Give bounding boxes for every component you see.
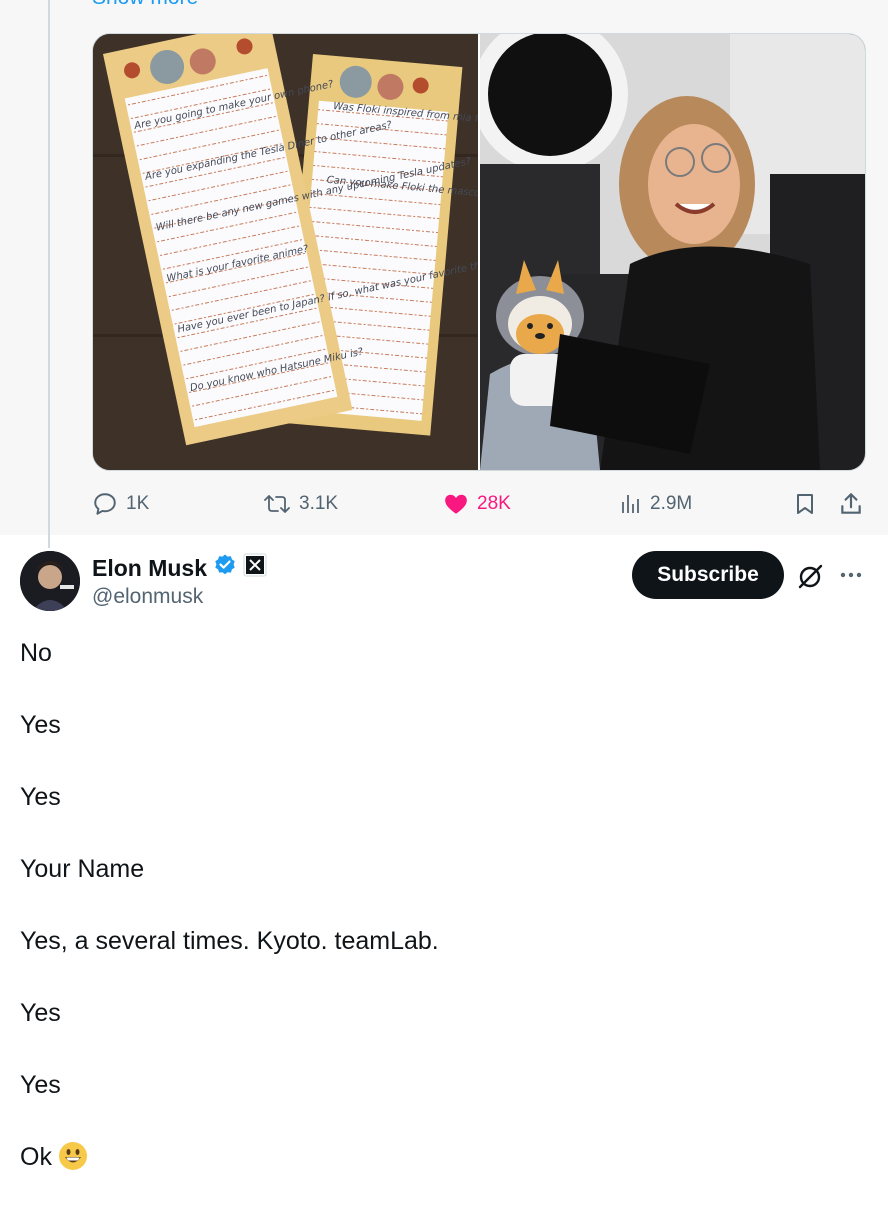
views-chart-icon xyxy=(620,491,642,517)
reply-icon xyxy=(92,491,118,517)
grinning-face-emoji-icon xyxy=(58,1141,88,1171)
verified-badge-icon xyxy=(213,553,237,583)
share-icon xyxy=(838,491,864,517)
repost-action[interactable]: 3.1K xyxy=(263,484,338,524)
reply-line: Your Name xyxy=(20,855,145,883)
reply-line: Yes xyxy=(20,999,61,1027)
girl-photo[interactable] xyxy=(472,34,865,470)
bookmark-icon xyxy=(793,491,817,517)
subscribe-button[interactable]: Subscribe xyxy=(632,551,784,599)
like-count: 28K xyxy=(477,493,511,514)
letters-photo[interactable]: Are you going to make your own phone? Ar… xyxy=(93,34,557,470)
show-more-link[interactable]: Show more xyxy=(92,0,198,10)
repost-count: 3.1K xyxy=(299,493,339,514)
display-name-text: Elon Musk xyxy=(92,554,208,581)
heart-filled-icon xyxy=(443,491,469,517)
bookmark-action[interactable] xyxy=(793,484,817,524)
reply-text: No Yes Yes Your Name Yes, a several time… xyxy=(20,636,860,1212)
tweet-actions: 1K 3.1K 28K 2.9M xyxy=(92,484,872,524)
avatar[interactable] xyxy=(20,551,80,611)
views-count: 2.9M xyxy=(650,493,693,514)
reply-line-text: Ok xyxy=(20,1143,52,1171)
parent-tweet: Show more xyxy=(0,0,888,548)
reply-count: 1K xyxy=(126,493,150,514)
reply-action[interactable]: 1K xyxy=(92,484,149,524)
grok-icon[interactable] xyxy=(795,562,825,597)
reply-line: Yes, a several times. Kyoto. teamLab. xyxy=(20,927,439,955)
like-action[interactable]: 28K xyxy=(443,484,511,524)
reply-line: No xyxy=(20,639,52,667)
views-action[interactable]: 2.9M xyxy=(620,484,692,524)
thread-line xyxy=(48,0,50,548)
reply-line-ok: Ok xyxy=(20,1140,860,1174)
share-action[interactable] xyxy=(838,484,864,524)
reply-line: Yes xyxy=(20,783,61,811)
tweet-media[interactable]: Are you going to make your own phone? Ar… xyxy=(92,33,866,471)
more-options-icon[interactable] xyxy=(838,562,864,593)
reply-line: Yes xyxy=(20,711,61,739)
x-affiliate-icon xyxy=(243,553,267,583)
repost-icon xyxy=(263,491,291,517)
display-name[interactable]: Elon Musk xyxy=(92,553,267,583)
handle[interactable]: @elonmusk xyxy=(92,585,203,609)
reply-line: Yes xyxy=(20,1071,61,1099)
